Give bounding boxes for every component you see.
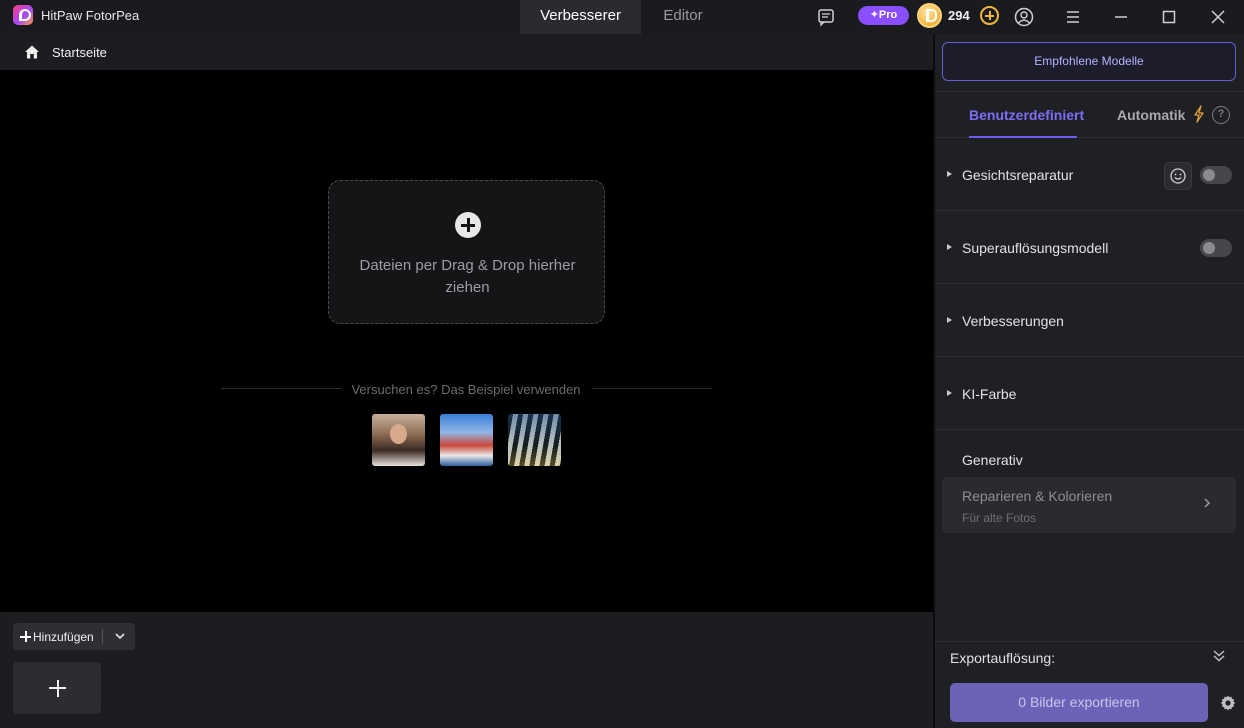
generative-heading: Generativ	[962, 452, 1023, 468]
double-chevron-down-icon[interactable]	[1211, 648, 1227, 664]
divider	[102, 629, 103, 644]
menu-icon[interactable]	[1062, 6, 1084, 28]
card-title: Reparieren & Kolorieren	[962, 488, 1113, 504]
app-title: HitPaw FotorPea	[41, 8, 140, 23]
section-enhancements[interactable]: Verbesserungen	[935, 284, 1244, 357]
feedback-icon[interactable]	[815, 6, 837, 28]
chevron-down-icon[interactable]	[113, 629, 127, 643]
add-button[interactable]: Hinzufügen	[13, 623, 135, 650]
caret-right-icon	[947, 244, 952, 250]
section-label: Superauflösungsmodell	[962, 240, 1109, 256]
minimize-icon[interactable]	[1110, 6, 1132, 28]
pro-badge[interactable]: ✦Pro	[858, 6, 909, 25]
title-bar: HitPaw FotorPea Verbesserer Editor ✦Pro …	[0, 0, 1244, 34]
recommended-models-button[interactable]: Empfohlene Modelle	[942, 42, 1236, 81]
add-button-label: Hinzufügen	[33, 630, 94, 644]
section-label: Gesichtsreparatur	[962, 167, 1074, 183]
face-model-button[interactable]	[1164, 162, 1192, 190]
section-label: Verbesserungen	[962, 313, 1064, 329]
lightning-icon	[1194, 105, 1204, 123]
breadcrumb: Startseite	[0, 34, 933, 70]
export-button[interactable]: 0 Bilder exportieren	[950, 683, 1208, 722]
caret-right-icon	[947, 171, 952, 177]
card-subtitle: Für alte Fotos	[962, 511, 1037, 525]
divider	[221, 388, 341, 389]
section-ai-color[interactable]: KI-Farbe	[935, 357, 1244, 430]
smiley-icon	[1170, 168, 1186, 184]
canvas-area: Dateien per Drag & Drop hierher ziehen V…	[0, 70, 933, 612]
sample-image-fish[interactable]	[508, 414, 561, 466]
maximize-icon[interactable]	[1158, 6, 1180, 28]
add-file-icon[interactable]	[455, 212, 481, 238]
face-repair-toggle[interactable]	[1200, 166, 1232, 184]
coin-icon	[917, 3, 942, 28]
section-super-resolution[interactable]: Superauflösungsmodell	[935, 211, 1244, 284]
caret-right-icon	[947, 317, 952, 323]
sample-label: Versuchen es? Das Beispiel verwenden	[351, 382, 581, 397]
repair-colorize-card[interactable]: Reparieren & Kolorieren Für alte Fotos	[942, 477, 1236, 533]
app-logo-icon	[13, 5, 33, 25]
plus-icon	[20, 631, 31, 642]
breadcrumb-home[interactable]: Startseite	[52, 45, 107, 60]
gear-icon[interactable]	[1219, 694, 1237, 712]
bottom-panel: Hinzufügen	[0, 612, 933, 728]
section-face-repair[interactable]: Gesichtsreparatur	[935, 138, 1244, 211]
export-resolution-label: Exportauflösung:	[950, 650, 1056, 666]
caret-right-icon	[947, 390, 952, 396]
home-icon[interactable]	[24, 44, 40, 60]
tab-automatic[interactable]: Automatik	[1117, 107, 1185, 123]
close-icon[interactable]	[1207, 6, 1229, 28]
drop-zone[interactable]: Dateien per Drag & Drop hierher ziehen	[328, 180, 605, 324]
add-image-tile[interactable]	[13, 662, 101, 714]
user-account-icon[interactable]	[1013, 6, 1035, 28]
help-icon[interactable]: ?	[1212, 106, 1230, 124]
drop-zone-text: Dateien per Drag & Drop hierher ziehen	[359, 257, 576, 296]
tab-editor[interactable]: Editor	[641, 0, 725, 34]
divider	[592, 388, 712, 389]
tab-custom[interactable]: Benutzerdefiniert	[969, 107, 1084, 123]
super-resolution-toggle[interactable]	[1200, 239, 1232, 257]
divider	[935, 641, 1244, 642]
add-coins-icon[interactable]	[980, 6, 999, 25]
sample-image-portrait[interactable]	[372, 414, 425, 466]
mode-switch: Benutzerdefiniert Automatik ?	[935, 91, 1244, 138]
sample-image-landscape[interactable]	[440, 414, 493, 466]
section-label: KI-Farbe	[962, 386, 1017, 402]
tab-verbesserer[interactable]: Verbesserer	[520, 0, 641, 34]
coin-count: 294	[948, 8, 970, 23]
settings-panel: Empfohlene Modelle Benutzerdefiniert Aut…	[935, 34, 1244, 728]
chevron-right-icon	[1204, 498, 1211, 508]
